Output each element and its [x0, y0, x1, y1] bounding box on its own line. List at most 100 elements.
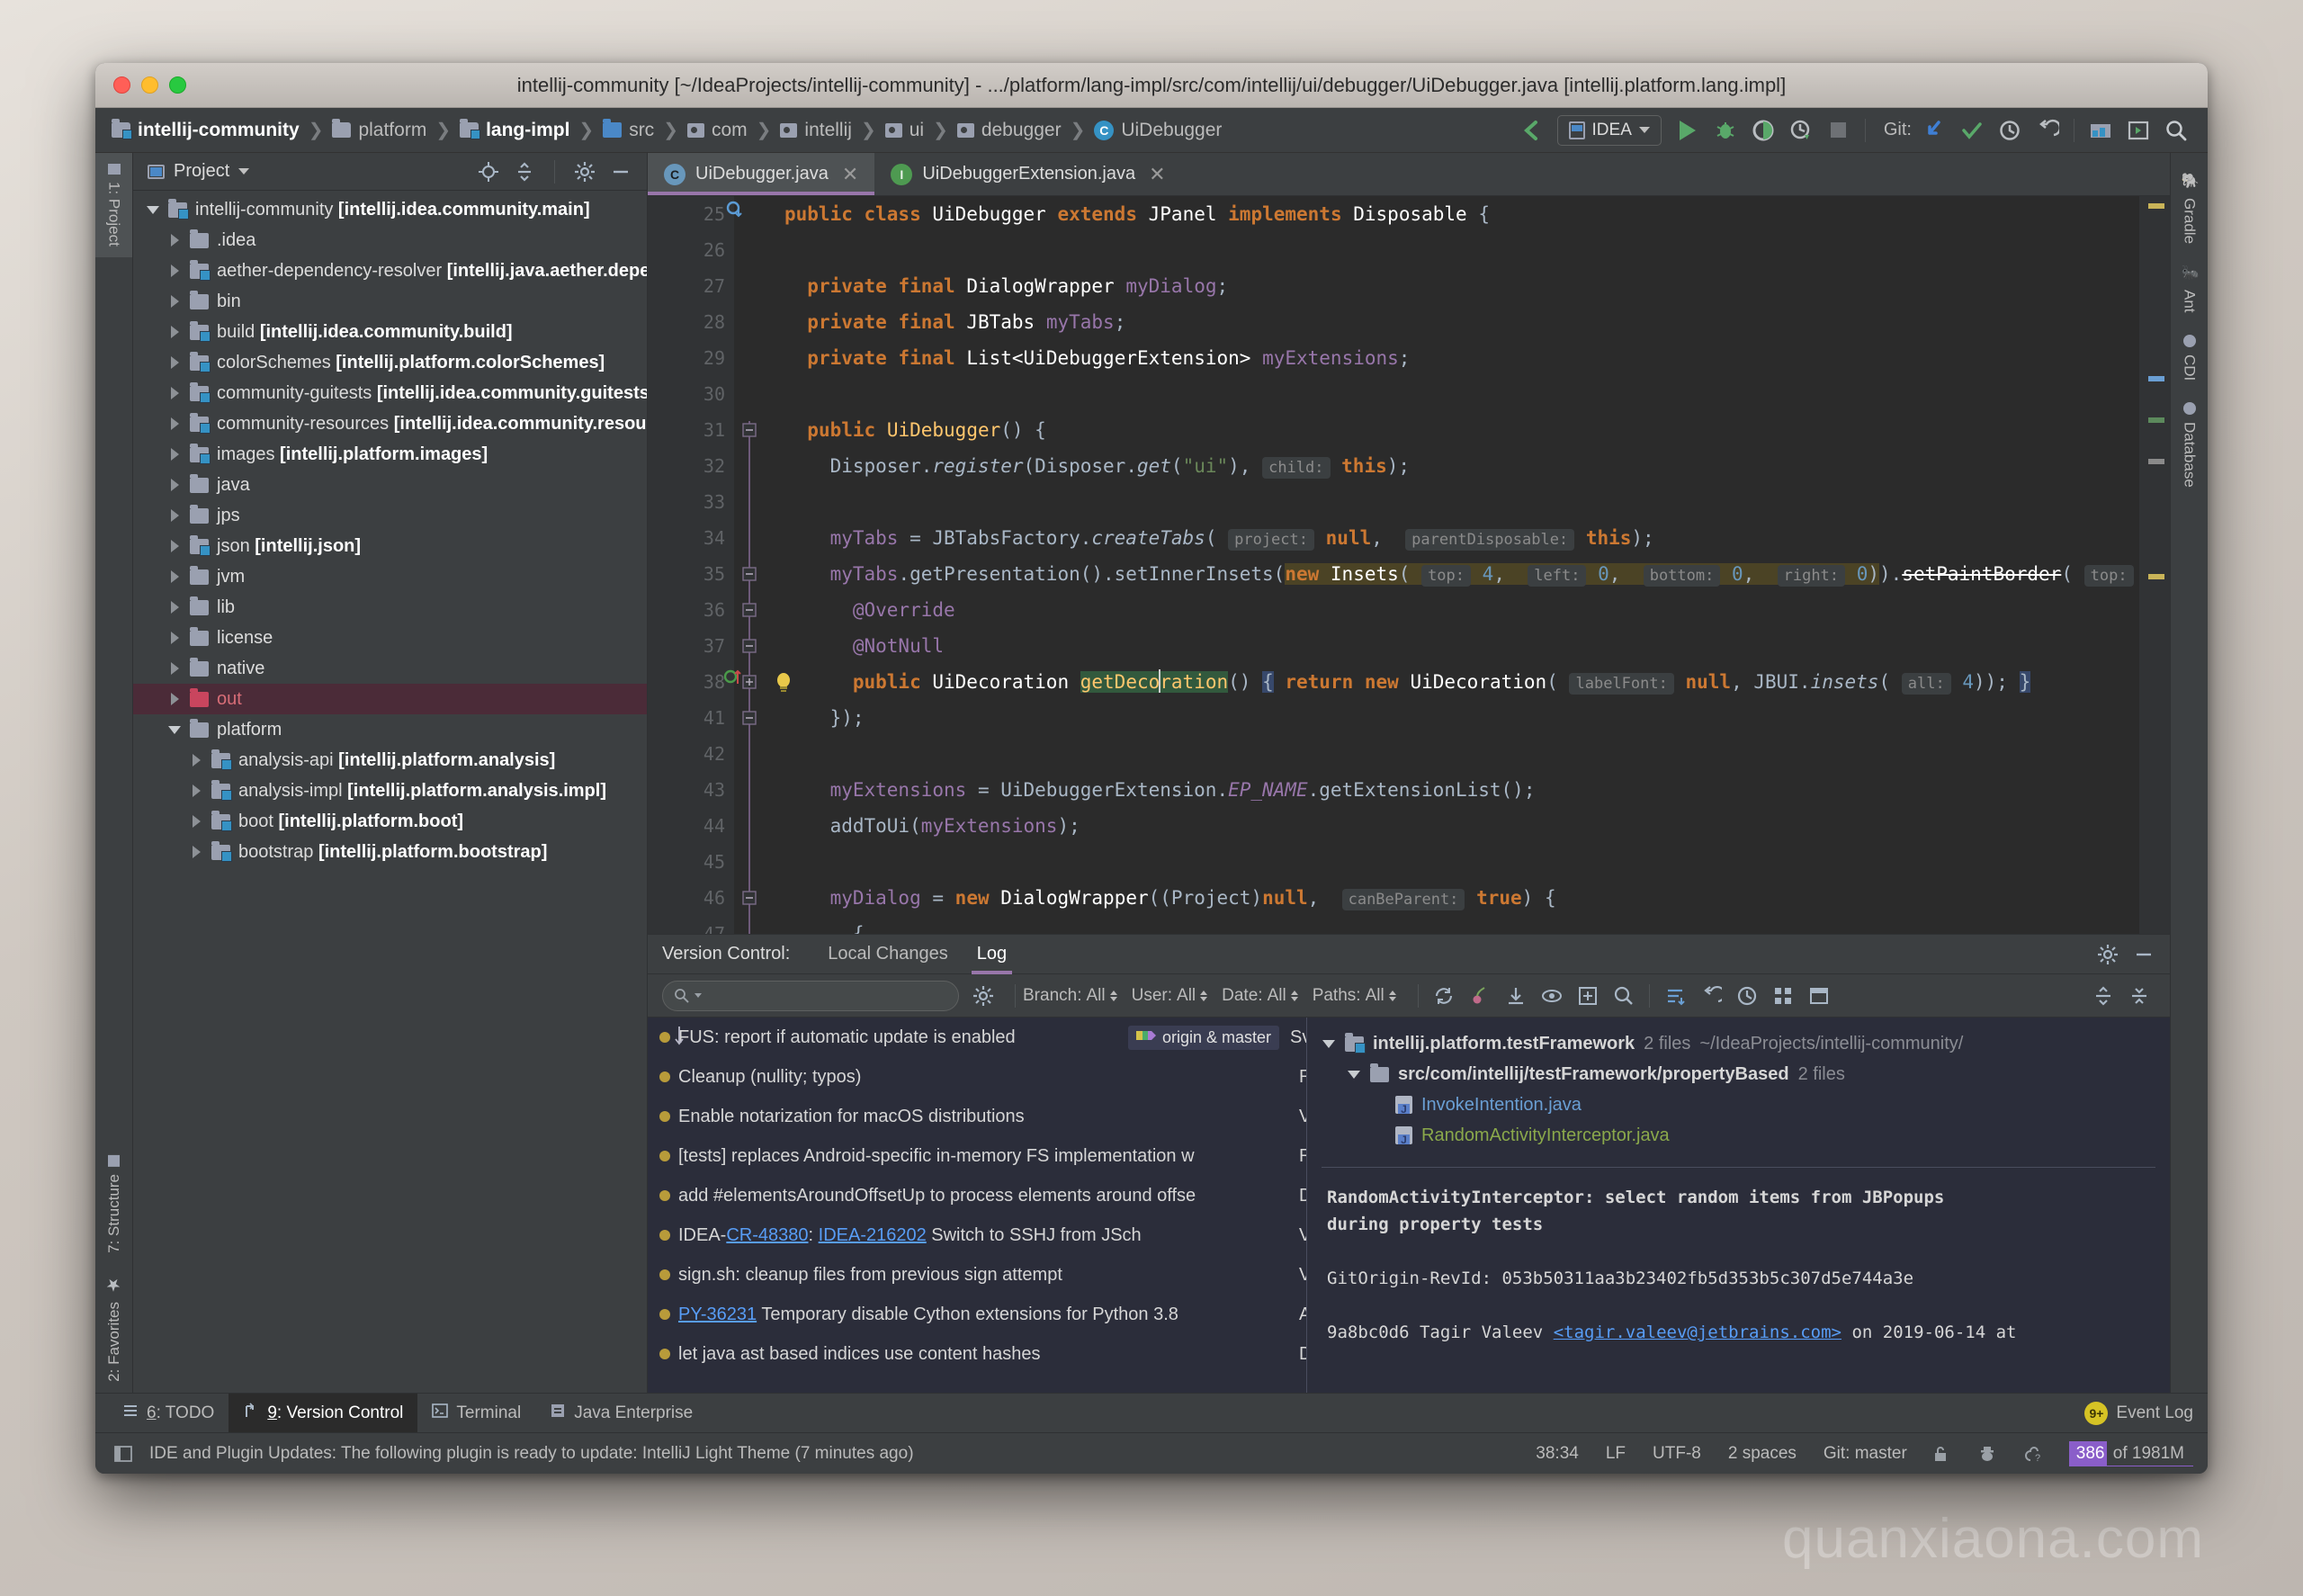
- tree-node[interactable]: lib: [133, 592, 647, 623]
- commit-row[interactable]: IDEA-CR-48380: IDEA-216202 Switch to SSH…: [648, 1215, 1306, 1255]
- filter-branch[interactable]: Branch: All: [1023, 986, 1117, 1006]
- caret-position[interactable]: 38:34: [1536, 1444, 1579, 1464]
- marker-misc[interactable]: [2148, 459, 2164, 464]
- breadcrumb-item-8[interactable]: C UiDebugger: [1094, 120, 1222, 141]
- fold-collapse-icon[interactable]: [742, 711, 757, 725]
- code-line-28[interactable]: private final JBTabs myTabs;: [784, 304, 2139, 340]
- tree-node[interactable]: out: [133, 684, 647, 714]
- tree-node[interactable]: images [intellij.platform.images]: [133, 439, 647, 470]
- chevron-down-icon[interactable]: [167, 725, 182, 734]
- fold-collapse-icon[interactable]: [742, 891, 757, 905]
- code-line-33[interactable]: [784, 484, 2139, 520]
- expand-all-icon[interactable]: [2121, 981, 2157, 1011]
- refresh-icon[interactable]: [1426, 981, 1462, 1011]
- chevron-right-icon[interactable]: [167, 356, 182, 369]
- tab-local-changes[interactable]: Local Changes: [813, 935, 962, 974]
- stop-button[interactable]: [1820, 115, 1858, 146]
- code-line-42[interactable]: [784, 736, 2139, 772]
- collapse-all-icon[interactable]: [2085, 981, 2121, 1011]
- bottom-tab-java-enterprise[interactable]: Java Enterprise: [535, 1394, 707, 1432]
- breadcrumb-item-5[interactable]: intellij: [780, 120, 852, 141]
- fold-collapse-icon[interactable]: [742, 423, 757, 437]
- chevron-right-icon[interactable]: [167, 509, 182, 522]
- tree-node[interactable]: jvm: [133, 561, 647, 592]
- close-icon[interactable]: ✕: [842, 163, 858, 186]
- breadcrumb-item-3[interactable]: src: [603, 119, 654, 141]
- chevron-right-icon[interactable]: [189, 785, 203, 797]
- chevron-down-icon[interactable]: [1322, 1039, 1336, 1048]
- fold-column[interactable]: [734, 196, 790, 934]
- chevron-right-icon[interactable]: [167, 387, 182, 399]
- code-line-36[interactable]: @Override: [784, 592, 2139, 628]
- sidebar-item-project[interactable]: 1: Project: [95, 153, 132, 257]
- code-line-32[interactable]: Disposer.register(Disposer.get("ui"), ch…: [784, 448, 2139, 484]
- status-message[interactable]: IDE and Plugin Updates: The following pl…: [149, 1444, 1509, 1464]
- git-update-project-icon[interactable]: [1915, 115, 1953, 146]
- git-history-icon[interactable]: [1991, 115, 2029, 146]
- commit-row[interactable]: sign.sh: cleanup files from previous sig…: [648, 1255, 1306, 1295]
- chevron-right-icon[interactable]: [167, 265, 182, 277]
- code-line-34[interactable]: myTabs = JBTabsFactory.createTabs( proje…: [784, 520, 2139, 556]
- bottom-tab-terminal[interactable]: Terminal: [417, 1394, 535, 1432]
- tree-node[interactable]: license: [133, 623, 647, 653]
- breadcrumb-item-0[interactable]: intellij-community: [112, 119, 300, 141]
- sidebar-item-ant[interactable]: 🐜 Ant: [2181, 255, 2199, 324]
- tree-node[interactable]: colorSchemes [intellij.platform.colorSch…: [133, 347, 647, 378]
- run-with-coverage-button[interactable]: [1744, 115, 1782, 146]
- tree-node[interactable]: intellij-community [intellij.idea.commun…: [133, 194, 647, 225]
- sidebar-item-database[interactable]: Database: [2181, 391, 2199, 498]
- commit-row[interactable]: add #elementsAroundOffsetUp to process e…: [648, 1176, 1306, 1215]
- collapse-all-icon[interactable]: [511, 159, 538, 184]
- code-line-37[interactable]: @NotNull: [784, 628, 2139, 664]
- chevron-down-icon[interactable]: [238, 168, 250, 175]
- code-line-45[interactable]: [784, 844, 2139, 880]
- code-line-46[interactable]: myDialog = new DialogWrapper((Project)nu…: [784, 880, 2139, 916]
- tree-node[interactable]: analysis-impl [intellij.platform.analysi…: [133, 776, 647, 806]
- sidebar-item-favorites[interactable]: 2: Favorites ★: [104, 1264, 124, 1393]
- breadcrumb-item-2[interactable]: lang-impl: [460, 119, 569, 141]
- code-line-35[interactable]: myTabs.getPresentation().setInnerInsets(…: [784, 556, 2139, 592]
- editor-marker-bar[interactable]: [2139, 196, 2170, 934]
- chevron-right-icon[interactable]: [189, 754, 203, 767]
- filter-date[interactable]: Date: All: [1222, 986, 1298, 1006]
- cherry-pick-icon[interactable]: [1462, 981, 1498, 1011]
- chevron-down-icon[interactable]: [1347, 1070, 1361, 1079]
- chevron-right-icon[interactable]: [167, 632, 182, 644]
- tree-node[interactable]: bootstrap [intellij.platform.bootstrap]: [133, 837, 647, 867]
- fold-collapse-icon[interactable]: [742, 567, 757, 581]
- editor-gutter[interactable]: 25 26 27 28 29 30 31 32 33 34 35 36 37 38 41 42 43 44 45 46…: [648, 196, 790, 934]
- issue-link[interactable]: IDEA-216202: [819, 1225, 927, 1245]
- tab-log[interactable]: Log: [963, 935, 1021, 974]
- code-editor[interactable]: 25 26 27 28 29 30 31 32 33 34 35 36 37 38 41 42 43 44 45 46…: [648, 196, 2170, 934]
- hide-panel-icon[interactable]: [2130, 942, 2157, 967]
- back-arrow-icon[interactable]: [1512, 115, 1550, 146]
- editor-tab-uidebuggerextension[interactable]: I UiDebuggerExtension.java ✕: [874, 153, 1181, 195]
- changed-files-tree[interactable]: intellij.platform.testFramework 2 files ~/…: [1307, 1018, 2170, 1163]
- file-encoding[interactable]: UTF-8: [1653, 1444, 1701, 1464]
- unknown-status-icon[interactable]: ?: [2021, 1445, 2048, 1463]
- fold-collapse-icon[interactable]: [742, 603, 757, 617]
- marker-info[interactable]: [2148, 376, 2164, 381]
- tree-node[interactable]: community-guitests [intellij.idea.commun…: [133, 378, 647, 408]
- chevron-right-icon[interactable]: [167, 662, 182, 675]
- git-commit-icon[interactable]: [1953, 115, 1991, 146]
- code-content[interactable]: public class UiDebugger extends JPanel i…: [765, 196, 2139, 934]
- tree-node[interactable]: .idea: [133, 225, 647, 256]
- chevron-right-icon[interactable]: [167, 295, 182, 308]
- editor-tab-uidebugger[interactable]: C UiDebugger.java ✕: [648, 153, 875, 195]
- git-branch[interactable]: Git: master: [1824, 1444, 1907, 1464]
- breadcrumb-item-7[interactable]: debugger: [956, 120, 1062, 141]
- line-separator[interactable]: LF: [1606, 1444, 1626, 1464]
- chevron-right-icon[interactable]: [189, 846, 203, 858]
- marker-warning[interactable]: [2148, 203, 2164, 209]
- power-save-icon[interactable]: [1974, 1445, 2001, 1463]
- search-everywhere-icon[interactable]: [2157, 115, 2195, 146]
- overriding-method-icon[interactable]: [723, 668, 743, 692]
- commit-row[interactable]: Cleanup (nullity; typos) Roman Shevchenko…: [648, 1057, 1306, 1097]
- filter-user[interactable]: User: All: [1132, 986, 1208, 1006]
- sidebar-item-gradle[interactable]: 🐘 Gradle: [2181, 162, 2199, 255]
- indent-setting[interactable]: 2 spaces: [1728, 1444, 1797, 1464]
- search-input[interactable]: [662, 980, 959, 1011]
- close-icon[interactable]: ✕: [1149, 163, 1165, 186]
- revert-icon[interactable]: [1693, 981, 1729, 1011]
